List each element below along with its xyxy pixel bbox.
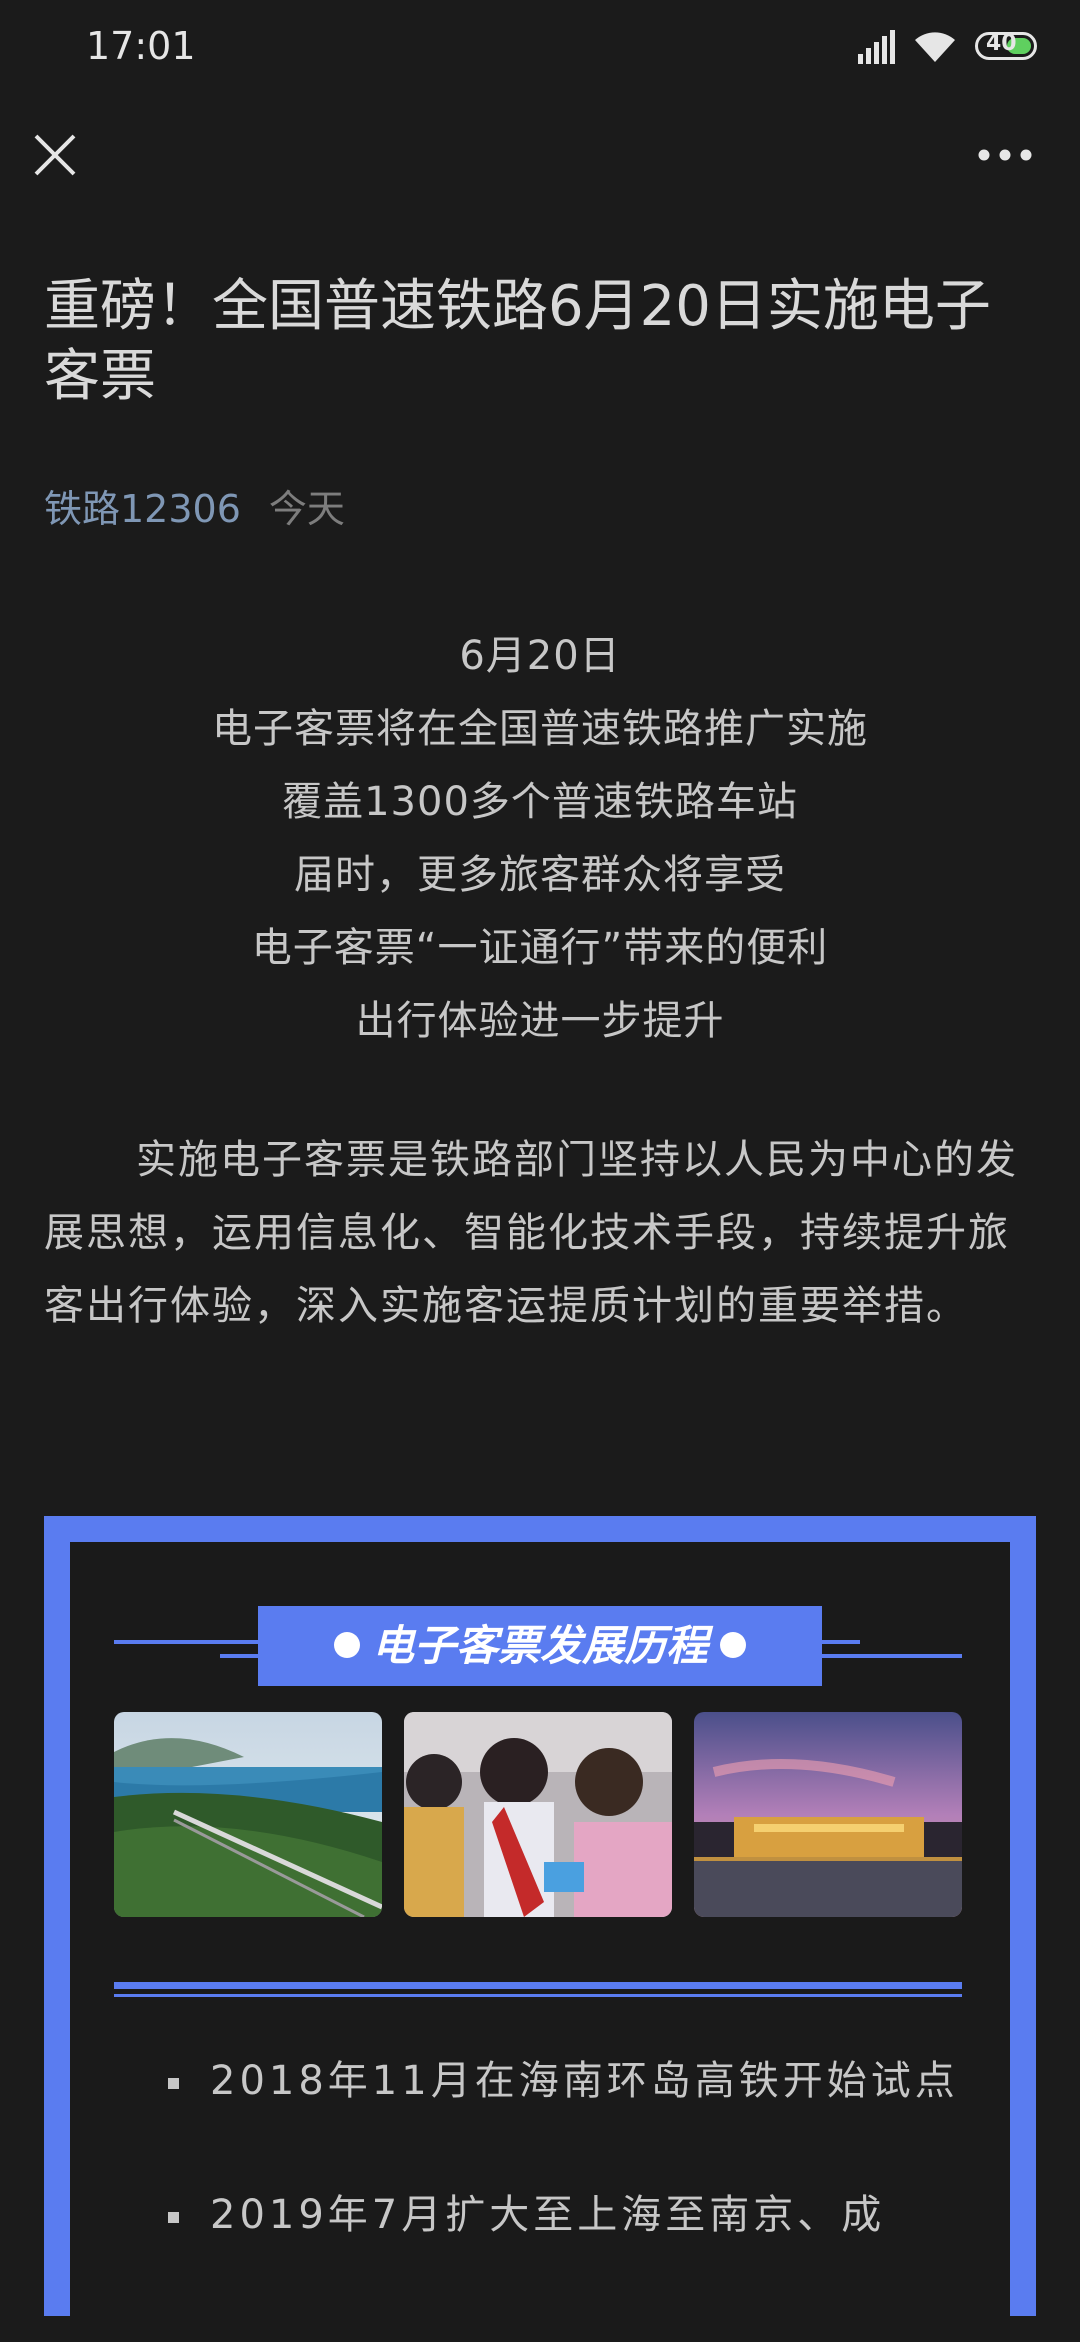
intro-line: 出行体验进一步提升 [355, 998, 725, 1044]
article-title: 重磅！全国普速铁路6月20日实施电子客票 [44, 274, 991, 409]
battery-icon: 40 [975, 31, 1037, 60]
signal-icon [858, 30, 895, 64]
photo-staff-helping[interactable] [404, 1712, 672, 1917]
intro-lines: 6月20日 电子客票将在全国普速铁路推广实施 覆盖1300多个普速铁路车站 届时… [0, 620, 1080, 1058]
list-item: 2019年7月扩大至上海至南京、成 [168, 2180, 970, 2250]
section-divider [114, 1982, 962, 1989]
photo-station-dusk[interactable] [694, 1712, 962, 1917]
photo-coastal-railway[interactable] [114, 1712, 382, 1917]
status-time: 17:01 [86, 24, 196, 68]
intro-line: 届时，更多旅客群众将享受 [294, 852, 786, 898]
bullet-dot-icon [333, 1631, 360, 1658]
bullet-dot-icon [720, 1631, 746, 1658]
intro-line: 电子客票“一证通行”带来的便利 [251, 925, 829, 971]
more-icon[interactable] [975, 140, 1035, 170]
article-meta: 铁路12306 今天 [44, 478, 345, 533]
close-icon[interactable] [30, 130, 80, 180]
timeline-box: 电子客票发展历程 2018年11月在海南环岛高铁开始试点 2019年7月扩大至上… [44, 1516, 1036, 2342]
timeline-heading-text: 电子客票发展历程 [371, 1621, 708, 1670]
section-divider [114, 1994, 962, 1997]
list-item-text: 2019年7月扩大至上海至南京、成 [210, 2192, 886, 2238]
body-paragraph: 实施电子客票是铁路部门坚持以人民为中心的发展思想，运用信息化、智能化技术手段，持… [44, 1137, 1018, 1329]
publish-date: 今天 [268, 487, 345, 531]
status-bar: 17:01 40 [0, 0, 1080, 100]
bullet-square-icon [168, 2212, 179, 2223]
list-item-text: 2018年11月在海南环岛高铁开始试点 [210, 2058, 959, 2104]
wifi-icon [915, 32, 955, 62]
intro-line: 覆盖1300多个普速铁路车站 [282, 779, 798, 825]
timeline-box-inner: 电子客票发展历程 2018年11月在海南环岛高铁开始试点 2019年7月扩大至上… [70, 1542, 1010, 2342]
timeline-heading: 电子客票发展历程 [258, 1606, 822, 1686]
battery-level: 40 [986, 31, 1017, 56]
bullet-square-icon [168, 2078, 179, 2089]
intro-line: 6月20日 [459, 633, 621, 679]
timeline-list: 2018年11月在海南环岛高铁开始试点 2019年7月扩大至上海至南京、成 [168, 2046, 970, 2314]
intro-line: 电子客票将在全国普速铁路推广实施 [212, 706, 868, 752]
author-link[interactable]: 铁路12306 [44, 487, 241, 531]
list-item: 2018年11月在海南环岛高铁开始试点 [168, 2046, 970, 2116]
